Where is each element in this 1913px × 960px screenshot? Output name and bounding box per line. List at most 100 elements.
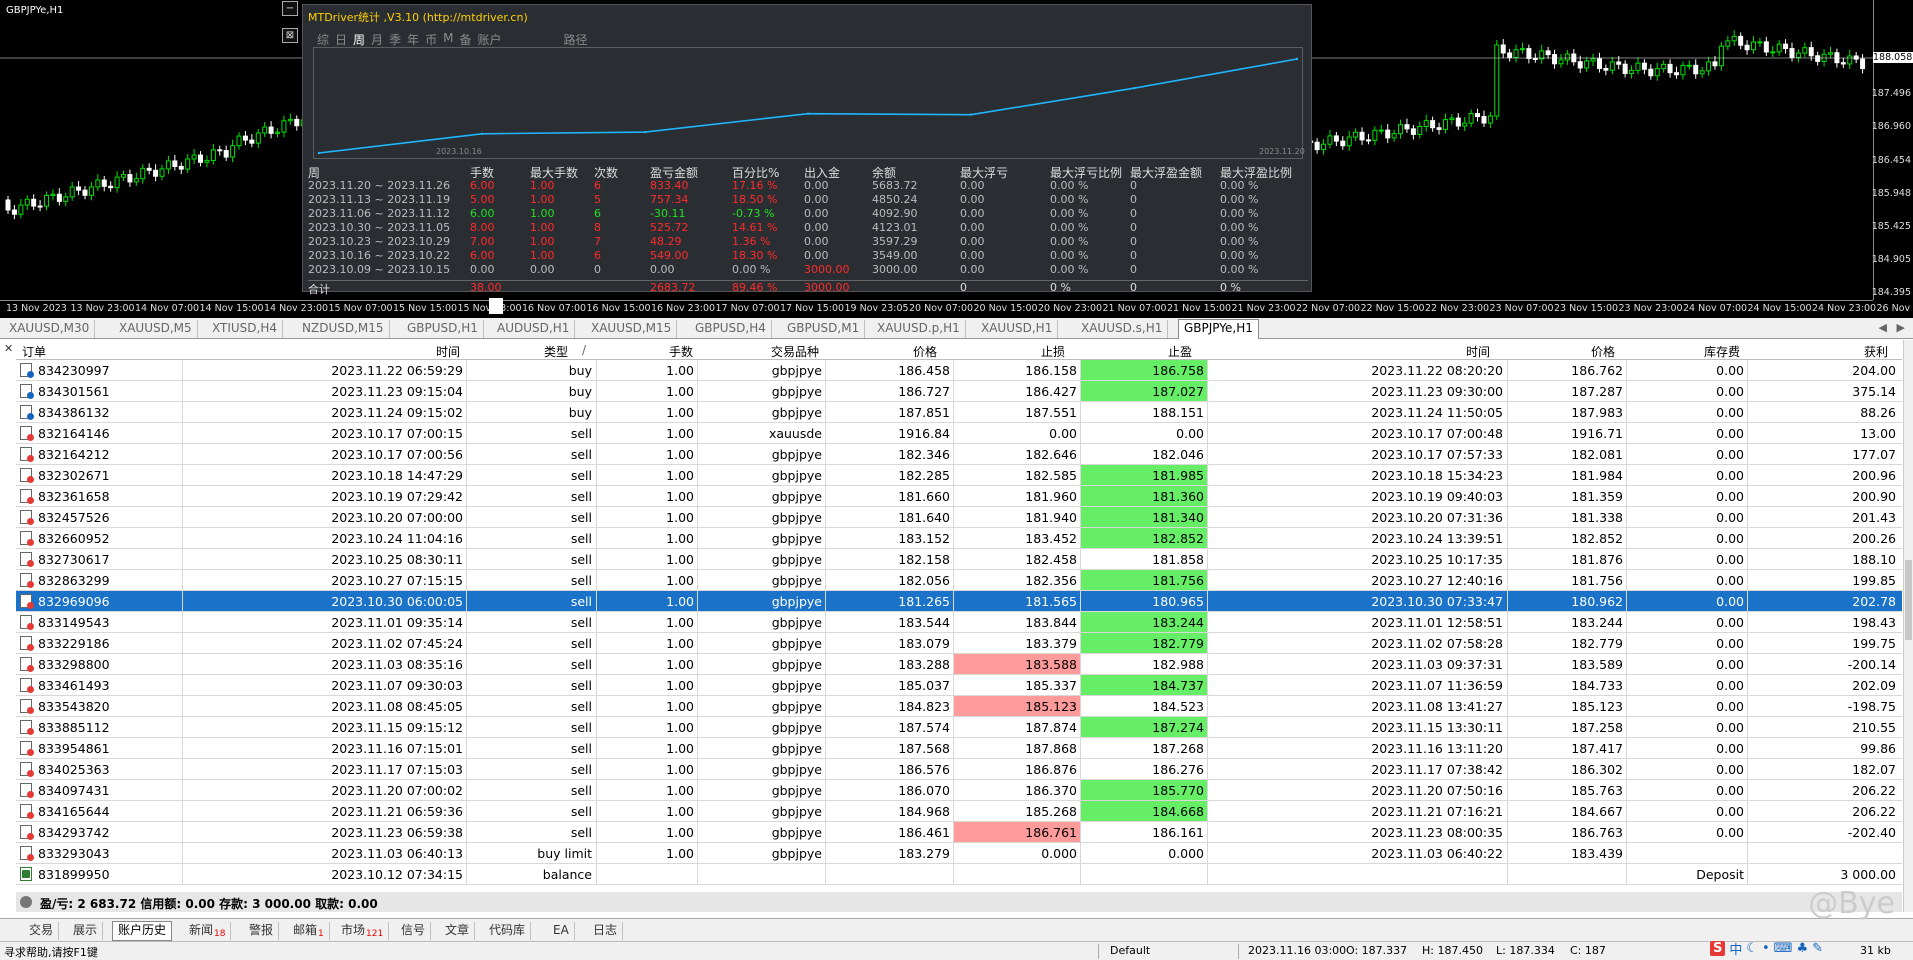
- chart-tab[interactable]: XAUUSD.s,H1: [1076, 320, 1169, 338]
- terminal-tab[interactable]: 市场121: [336, 922, 390, 940]
- column-divider: [1626, 696, 1627, 716]
- chart-tab[interactable]: XAUUSD.p,H1: [872, 320, 966, 338]
- stats-tab[interactable]: 账户: [477, 31, 501, 48]
- table-row[interactable]: 832969096 2023.10.30 06:00:05 sell 1.00 gbpj…: [16, 591, 1902, 612]
- table-row[interactable]: 834025363 2023.11.17 07:15:03 sell 1.00 gbpj…: [16, 759, 1902, 780]
- col-sl-header[interactable]: 止损: [1041, 343, 1065, 360]
- col-close-time-header[interactable]: 时间: [1466, 343, 1490, 360]
- table-row[interactable]: 833885112 2023.11.15 09:15:12 sell 1.00 gbpj…: [16, 717, 1902, 738]
- ime-keyboard-icon[interactable]: ⌨: [1774, 941, 1793, 956]
- table-vertical-scrollbar[interactable]: [1903, 340, 1913, 912]
- col-price-header[interactable]: 价格: [913, 343, 937, 360]
- time-scroll-marker[interactable]: [489, 298, 503, 314]
- table-row[interactable]: 833293043 2023.11.03 06:40:13 buy limit 1.0…: [16, 843, 1902, 864]
- terminal-tab[interactable]: 信号: [396, 922, 432, 940]
- table-row[interactable]: 832361658 2023.10.19 07:29:42 sell 1.00 gbpj…: [16, 486, 1902, 507]
- tab-scroll-right-icon[interactable]: ▶: [1897, 321, 1905, 334]
- col-close-price-header[interactable]: 价格: [1591, 343, 1615, 360]
- terminal-close-icon[interactable]: ✕: [4, 342, 13, 355]
- ime-logo-icon[interactable]: S: [1709, 940, 1726, 956]
- candle-body: [1853, 55, 1859, 60]
- table-row[interactable]: 833461493 2023.11.07 09:30:03 sell 1.00 gbpj…: [16, 675, 1902, 696]
- cell-profit: 210.55: [1852, 720, 1896, 735]
- col-open-time-header[interactable]: 时间: [436, 343, 460, 360]
- table-row[interactable]: 834230997 2023.11.22 06:59:29 buy 1.00 gbpjp…: [16, 360, 1902, 381]
- col-lots-header[interactable]: 手数: [669, 343, 693, 360]
- terminal-panel: ✕ 订单 时间 类型 / 手数 交易品种 价格 止损 止盈 时间 价格 库存费 …: [0, 340, 1913, 920]
- table-row[interactable]: 833543820 2023.11.08 08:45:05 sell 1.00 gbpj…: [16, 696, 1902, 717]
- ime-chinese-icon[interactable]: 中: [1729, 939, 1742, 958]
- col-tp-header[interactable]: 止盈: [1168, 343, 1192, 360]
- table-row[interactable]: 833954861 2023.11.16 07:15:01 sell 1.00 gbpj…: [16, 738, 1902, 759]
- stats-tab[interactable]: 年: [407, 31, 419, 48]
- terminal-tab[interactable]: EA: [548, 922, 575, 940]
- terminal-tab[interactable]: 日志: [588, 922, 624, 940]
- stats-tab[interactable]: 综: [317, 31, 329, 48]
- terminal-tab[interactable]: 展示: [68, 922, 104, 940]
- table-row[interactable]: 833149543 2023.11.01 09:35:14 sell 1.00 gbpj…: [16, 612, 1902, 633]
- chart-tab[interactable]: NZDUSD,M15: [297, 320, 390, 338]
- chart-tab[interactable]: GBPUSD,H1: [402, 320, 484, 338]
- chart-tab[interactable]: GBPUSD,H4: [690, 320, 772, 338]
- table-row[interactable]: 831899950 2023.10.12 07:34:15 balance Depos…: [16, 864, 1902, 885]
- candle-body: [1603, 68, 1609, 71]
- price-chart[interactable]: GBPJPYe,H1 − ⊠ 188.058 187.496 186.960 1…: [0, 0, 1913, 318]
- chart-tab[interactable]: XAUUSD,M5: [114, 320, 198, 338]
- time-axis[interactable]: 13 Nov 2023 13 Nov 23:00 14 Nov 07:00 14 No…: [0, 300, 1913, 318]
- table-row[interactable]: 832302671 2023.10.18 14:47:29 sell 1.00 gbpj…: [16, 465, 1902, 486]
- chart-minimize-button[interactable]: −: [282, 1, 298, 16]
- table-row[interactable]: 832660952 2023.10.24 11:04:16 sell 1.00 gbpj…: [16, 528, 1902, 549]
- table-row[interactable]: 832457526 2023.10.20 07:00:00 sell 1.00 gbpj…: [16, 507, 1902, 528]
- ime-tools-icon[interactable]: ✎: [1812, 941, 1823, 956]
- table-row[interactable]: 834386132 2023.11.24 09:15:02 buy 1.00 gbpjp…: [16, 402, 1902, 423]
- terminal-tab[interactable]: 新闻18: [184, 922, 232, 940]
- chart-close-button[interactable]: ⊠: [282, 28, 298, 43]
- scrollbar-thumb[interactable]: [1905, 560, 1912, 640]
- table-row[interactable]: 833298800 2023.11.03 08:35:16 sell 1.00 gbpj…: [16, 654, 1902, 675]
- chart-tab[interactable]: XAUUSD,M30: [4, 320, 96, 338]
- terminal-tab[interactable]: 交易: [24, 922, 60, 940]
- table-row[interactable]: 834301561 2023.11.23 09:15:04 buy 1.00 gbpjp…: [16, 381, 1902, 402]
- ime-moon-icon[interactable]: ☾: [1746, 941, 1758, 956]
- stats-tab[interactable]: M: [443, 31, 453, 48]
- terminal-tab[interactable]: 警报: [244, 922, 280, 940]
- terminal-tab[interactable]: 代码库: [484, 922, 532, 940]
- price-scale[interactable]: 188.058 187.496 186.960 186.454 185.948 …: [1872, 0, 1913, 300]
- stats-tab[interactable]: 周: [353, 31, 365, 48]
- table-row[interactable]: 833229186 2023.11.02 07:45:24 sell 1.00 gbpj…: [16, 633, 1902, 654]
- chart-tab[interactable]: GBPUSD,M1: [782, 320, 866, 338]
- stats-tab[interactable]: 币: [425, 31, 437, 48]
- col-profit-header[interactable]: 获利: [1864, 343, 1888, 360]
- tab-scroll-left-icon[interactable]: ◀: [1879, 321, 1887, 334]
- time-tick: 23 Nov 07:00: [1489, 303, 1554, 314]
- col-swap-header[interactable]: 库存费: [1704, 343, 1740, 360]
- table-row[interactable]: 834165644 2023.11.21 06:59:36 sell 1.00 gbpj…: [16, 801, 1902, 822]
- table-row[interactable]: 832730617 2023.10.25 08:30:11 sell 1.00 gbpj…: [16, 549, 1902, 570]
- cell-order: 831899950: [38, 867, 110, 882]
- stats-tab-path[interactable]: 路径: [564, 31, 588, 48]
- chart-tab[interactable]: XTIUSD,H4: [207, 320, 283, 338]
- terminal-tab[interactable]: 文章: [440, 922, 476, 940]
- stats-tab[interactable]: 季: [389, 31, 401, 48]
- table-row[interactable]: 834293742 2023.11.23 06:59:38 sell 1.00 gbpj…: [16, 822, 1902, 843]
- stats-tab[interactable]: 月: [371, 31, 383, 48]
- ime-skin-icon[interactable]: ♣: [1796, 941, 1808, 956]
- col-type-header[interactable]: 类型: [544, 343, 568, 360]
- candle-body: [31, 198, 37, 207]
- col-order-header[interactable]: 订单: [22, 343, 46, 360]
- ime-punct-icon[interactable]: •: [1762, 941, 1770, 956]
- table-row[interactable]: 832863299 2023.10.27 07:15:15 sell 1.00 gbpj…: [16, 570, 1902, 591]
- chart-tab[interactable]: AUDUSD,H1: [492, 320, 576, 338]
- table-row[interactable]: 832164212 2023.10.17 07:00:56 sell 1.00 gbpj…: [16, 444, 1902, 465]
- table-row[interactable]: 832164146 2023.10.17 07:00:15 sell 1.00 xauu…: [16, 423, 1902, 444]
- col-symbol-header[interactable]: 交易品种: [771, 343, 819, 360]
- chart-tab[interactable]: XAUUSD,H1: [976, 320, 1059, 338]
- chart-tab[interactable]: XAUUSD,M15: [586, 320, 678, 338]
- stats-tab[interactable]: 备: [459, 31, 471, 48]
- terminal-tab[interactable]: 邮箱1: [288, 922, 330, 940]
- terminal-tab[interactable]: 账户历史: [112, 921, 173, 941]
- cell-swap: 0.00: [1716, 447, 1744, 462]
- table-row[interactable]: 834097431 2023.11.20 07:00:02 sell 1.00 gbpj…: [16, 780, 1902, 801]
- stats-tab[interactable]: 日: [335, 31, 347, 48]
- chart-tab[interactable]: GBPJPYe,H1: [1178, 319, 1259, 339]
